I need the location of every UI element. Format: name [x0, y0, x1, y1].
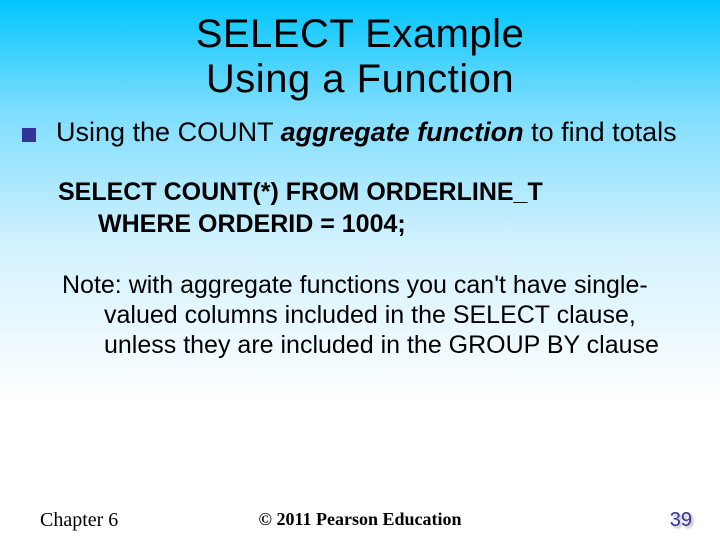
sql-line-2: WHERE ORDERID = 1004;	[98, 209, 698, 240]
title-line-2: Using a Function	[206, 57, 514, 101]
footer-copyright: © 2011 Pearson Education	[259, 509, 462, 530]
bullet-text: Using the COUNT aggregate function to fi…	[56, 116, 677, 150]
footer-chapter: Chapter 6	[40, 509, 118, 532]
square-bullet-icon	[22, 128, 36, 142]
slide-body: Using the COUNT aggregate function to fi…	[0, 102, 720, 360]
footer-page-number: 39	[670, 509, 692, 532]
bullet-text-post: to find totals	[524, 117, 677, 147]
slide-title: SELECT Example Using a Function	[0, 0, 720, 102]
bullet-item: Using the COUNT aggregate function to fi…	[22, 116, 698, 150]
slide-footer: Chapter 6 © 2011 Pearson Education 39	[0, 509, 720, 532]
note-text: Note: with aggregate functions you can't…	[62, 270, 688, 360]
bullet-text-pre: Using the COUNT	[56, 117, 281, 147]
slide: SELECT Example Using a Function Using th…	[0, 0, 720, 540]
sql-line-1: SELECT COUNT(*) FROM ORDERLINE_T	[58, 177, 698, 208]
title-line-1: SELECT Example	[196, 12, 525, 56]
bullet-text-emph: aggregate function	[281, 117, 524, 147]
sql-code: SELECT COUNT(*) FROM ORDERLINE_T WHERE O…	[58, 177, 698, 240]
